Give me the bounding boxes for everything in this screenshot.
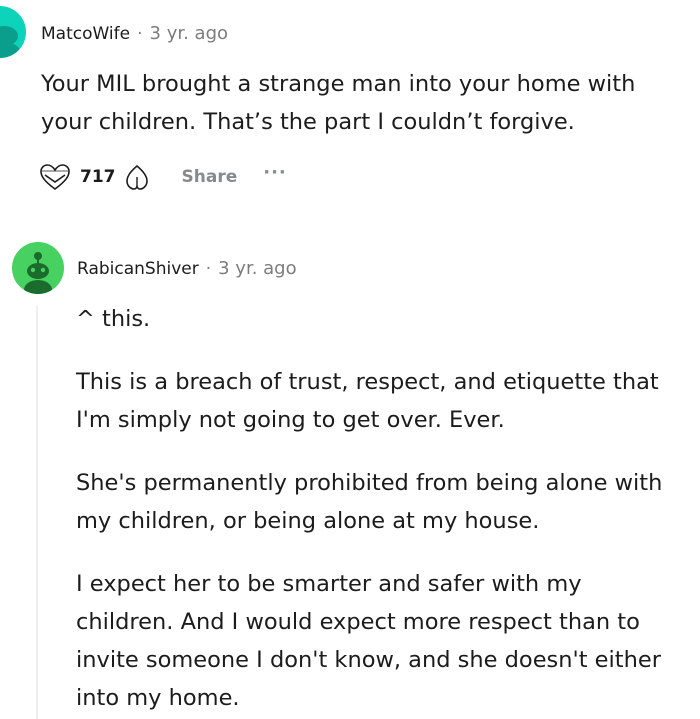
comment-paragraph: She's permanently prohibited from being … bbox=[76, 470, 663, 534]
comment-author[interactable]: RabicanShiver bbox=[77, 259, 199, 279]
vote-count: 717 bbox=[80, 167, 116, 187]
comment-header: MatcoWife · 3 yr. ago bbox=[41, 23, 228, 44]
comment-actions: 717 Share ··· bbox=[38, 162, 287, 192]
avatar[interactable] bbox=[12, 242, 64, 294]
comment-text: Your MIL brought a strange man into your… bbox=[41, 71, 636, 135]
comment-timestamp[interactable]: 3 yr. ago bbox=[150, 23, 229, 44]
comment-paragraph: This is a breach of trust, respect, and … bbox=[76, 369, 659, 433]
more-options-button[interactable]: ··· bbox=[263, 162, 287, 183]
avatar[interactable] bbox=[0, 6, 26, 58]
thread-line[interactable] bbox=[36, 306, 38, 719]
comment-timestamp[interactable]: 3 yr. ago bbox=[218, 258, 297, 279]
comment-body: Your MIL brought a strange man into your… bbox=[41, 65, 691, 141]
upvote-heart-icon[interactable] bbox=[38, 162, 72, 192]
downvote-icon[interactable] bbox=[122, 162, 152, 192]
share-button[interactable]: Share bbox=[182, 167, 238, 187]
comment-header: RabicanShiver · 3 yr. ago bbox=[77, 258, 297, 279]
separator-dot: · bbox=[205, 258, 212, 279]
separator-dot: · bbox=[137, 23, 143, 44]
comment-body: ^ this. This is a breach of trust, respe… bbox=[76, 300, 686, 717]
comment-paragraph: I expect her to be smarter and safer wit… bbox=[76, 571, 661, 711]
comment-author[interactable]: MatcoWife bbox=[41, 24, 130, 44]
comment-paragraph: ^ this. bbox=[76, 306, 151, 332]
